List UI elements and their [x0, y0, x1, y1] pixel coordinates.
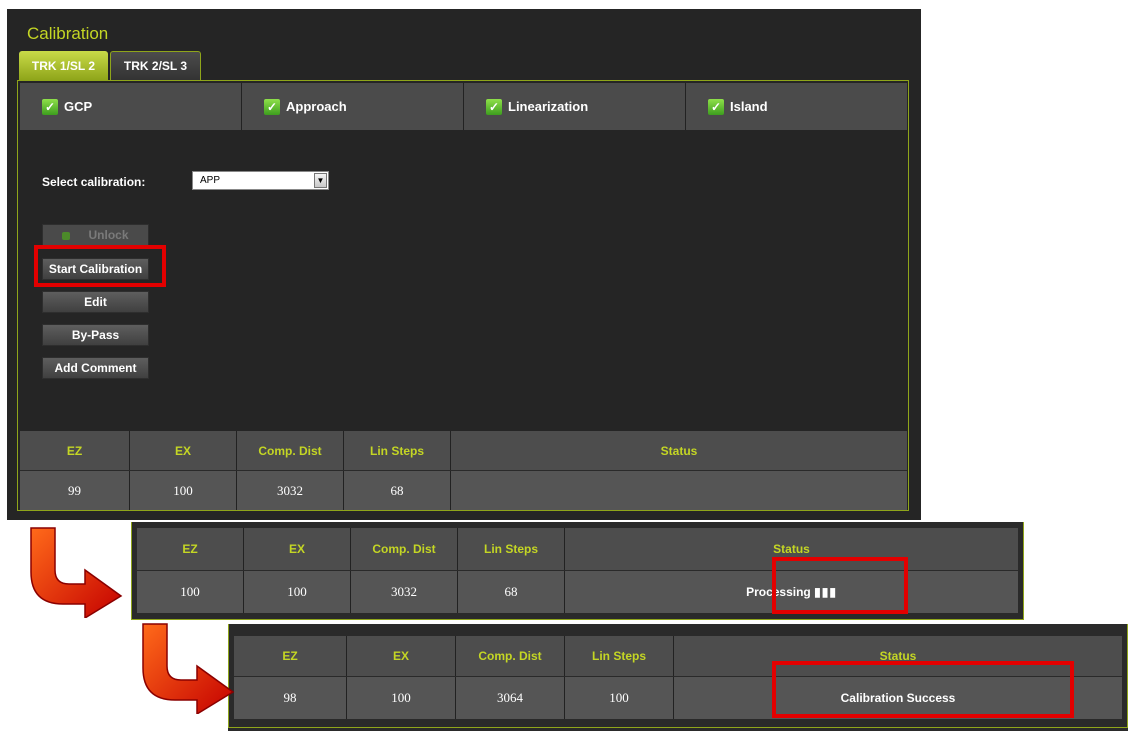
cell-ez: 99 — [20, 471, 130, 510]
header-lin-steps: Lin Steps — [565, 636, 674, 676]
header-ex: EX — [347, 636, 456, 676]
calibration-item-label: Approach — [286, 99, 347, 114]
results-table: EZ EX Comp. Dist Lin Steps Status 99 100… — [20, 431, 907, 510]
header-comp-dist: Comp. Dist — [237, 431, 344, 470]
cell-lin-steps: 68 — [344, 471, 451, 510]
highlight-box — [34, 245, 166, 287]
checkmark-icon: ✓ — [42, 98, 58, 115]
calibration-item-island[interactable]: ✓ Island — [686, 83, 907, 130]
header-lin-steps: Lin Steps — [344, 431, 451, 470]
header-status: Status — [660, 443, 698, 458]
bypass-button[interactable]: By-Pass — [42, 324, 149, 346]
header-comp-dist: Comp. Dist — [351, 528, 458, 570]
header-ex: EX — [130, 431, 237, 470]
add-comment-button[interactable]: Add Comment — [42, 357, 149, 379]
chevron-down-icon[interactable]: ▼ — [314, 173, 327, 188]
calibration-item-label: Island — [730, 99, 768, 114]
curved-arrow-icon — [30, 527, 123, 618]
cell-comp-dist: 3032 — [237, 471, 344, 510]
header-ez: EZ — [20, 431, 130, 470]
tab-trk1-sl2[interactable]: TRK 1/SL 2 — [19, 51, 108, 80]
highlight-box — [772, 661, 1074, 718]
calibration-item-gcp[interactable]: ✓ GCP — [20, 83, 242, 130]
unlock-button-label: Unlock — [88, 228, 129, 242]
calibration-item-label: Linearization — [508, 99, 589, 114]
checkmark-icon: ✓ — [264, 98, 280, 115]
curved-arrow-icon — [142, 623, 235, 714]
cell-ez: 98 — [234, 677, 347, 719]
cell-comp-dist: 3064 — [456, 677, 565, 719]
header-lin-steps: Lin Steps — [458, 528, 565, 570]
header-ez: EZ — [234, 636, 347, 676]
header-ez: EZ — [137, 528, 244, 570]
select-calibration-label: Select calibration: — [42, 175, 146, 189]
panel-title: Calibration — [27, 24, 109, 43]
header-comp-dist: Comp. Dist — [456, 636, 565, 676]
calibration-select-value: APP — [200, 175, 221, 186]
cell-ex: 100 — [347, 677, 456, 719]
cell-status — [451, 471, 907, 510]
unlock-button[interactable]: Unlock — [42, 224, 149, 246]
lock-icon — [62, 232, 71, 240]
cell-lin-steps: 68 — [458, 571, 565, 613]
calibration-item-label: GCP — [64, 99, 93, 114]
checkmark-icon: ✓ — [486, 98, 502, 115]
cell-lin-steps: 100 — [565, 677, 674, 719]
edit-button[interactable]: Edit — [42, 291, 149, 313]
cell-ex: 100 — [244, 571, 351, 613]
cell-ez: 100 — [137, 571, 244, 613]
cell-ex: 100 — [130, 471, 237, 510]
cell-comp-dist: 3032 — [351, 571, 458, 613]
tab-trk2-sl3[interactable]: TRK 2/SL 3 — [110, 51, 201, 80]
calibration-item-approach[interactable]: ✓ Approach — [242, 83, 464, 130]
calibration-list: ✓ GCP ✓ Approach ✓ Linearization ✓ Islan… — [20, 83, 907, 130]
highlight-box — [772, 557, 908, 614]
calibration-item-linearization[interactable]: ✓ Linearization — [464, 83, 686, 130]
header-ex: EX — [244, 528, 351, 570]
checkmark-icon: ✓ — [708, 98, 724, 115]
calibration-select[interactable]: APP ▼ — [192, 171, 329, 190]
